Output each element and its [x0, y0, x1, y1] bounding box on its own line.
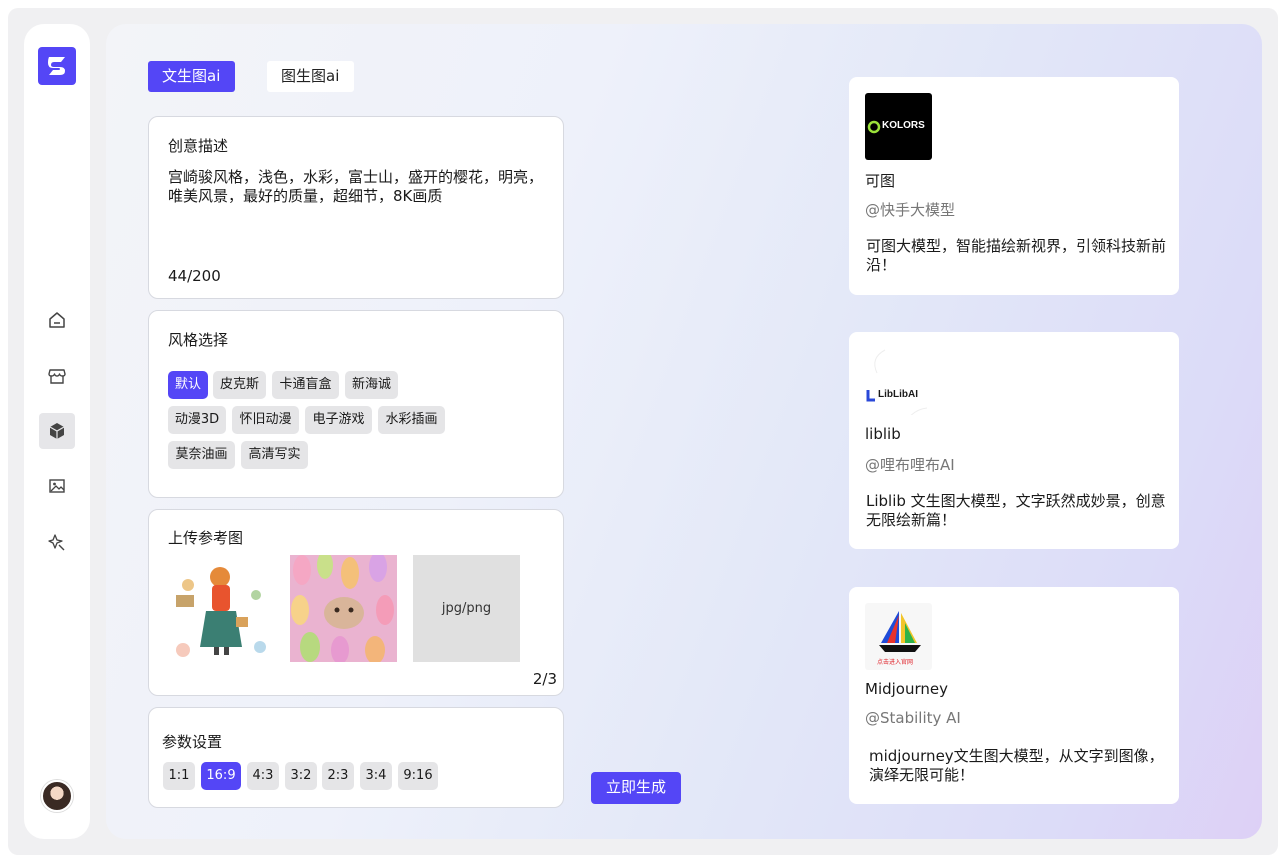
nav-cube[interactable] [39, 413, 75, 449]
sparkle-icon [48, 534, 65, 551]
upload-card: 上传参考图 jpg/png 2/3 [148, 509, 564, 696]
cube-icon [49, 423, 65, 439]
model-name: Midjourney [865, 680, 948, 698]
store-icon [48, 369, 66, 384]
tab-text-to-image[interactable]: 文生图ai [148, 61, 235, 92]
model-org: @Stability AI [865, 709, 961, 727]
tab-image-to-image[interactable]: 图生图ai [267, 61, 354, 92]
liblib-logo-icon [866, 349, 928, 415]
generate-button[interactable]: 立即生成 [591, 772, 681, 804]
style-title: 风格选择 [168, 331, 229, 349]
home-icon [49, 312, 65, 328]
reference-image-2-art [290, 555, 397, 662]
style-card: 风格选择 默认 皮克斯 卡通盲盒 新海诚 动漫3D 怀旧动漫 电子游戏 水彩插画… [148, 310, 564, 498]
ratio-chip-2-3[interactable]: 2:3 [322, 762, 354, 790]
model-desc: Liblib 文生图大模型，文字跃然成妙景，创意无限绘新篇！ [866, 492, 1166, 529]
midjourney-logo: 点击进入官网 [865, 603, 932, 670]
style-chip-shinkai[interactable]: 新海诚 [345, 371, 398, 399]
ratio-chip-3-2[interactable]: 3:2 [285, 762, 317, 790]
model-name: liblib [865, 425, 901, 443]
user-avatar[interactable] [41, 780, 73, 812]
reference-image-2[interactable] [290, 555, 397, 662]
upload-title: 上传参考图 [168, 529, 244, 547]
ratio-chip-16-9[interactable]: 16:9 [201, 762, 241, 790]
style-chip-realistic[interactable]: 高清写实 [241, 441, 308, 469]
ratio-chip-1-1[interactable]: 1:1 [163, 762, 195, 790]
style-chip-watercolor[interactable]: 水彩插画 [378, 406, 445, 434]
style-chip-default[interactable]: 默认 [168, 371, 208, 399]
ratio-chip-3-4[interactable]: 3:4 [360, 762, 392, 790]
kolors-logo: KOLORS [865, 93, 932, 160]
nav-store[interactable] [39, 358, 75, 394]
style-chip-anime3d[interactable]: 动漫3D [168, 406, 226, 434]
model-org: @哩布哩布AI [865, 456, 955, 474]
params-card: 参数设置 1:1 16:9 4:3 3:2 2:3 3:4 9:16 [148, 707, 564, 808]
nav-home[interactable] [39, 302, 75, 338]
nav-gallery[interactable] [39, 468, 75, 504]
image-icon [49, 479, 65, 493]
ratio-chip-4-3[interactable]: 4:3 [247, 762, 279, 790]
reference-image-1-art [176, 567, 266, 657]
ratio-chip-9-16[interactable]: 9:16 [398, 762, 438, 790]
char-counter: 44/200 [168, 267, 221, 285]
upload-slot[interactable]: jpg/png [413, 555, 520, 662]
model-name: 可图 [865, 172, 896, 190]
kolors-logo-text: KOLORS [882, 120, 925, 131]
style-chip-monet[interactable]: 莫奈油画 [168, 441, 235, 469]
model-desc: 可图大模型，智能描绘新视界，引领科技新前沿！ [866, 237, 1167, 274]
style-chip-pixar[interactable]: 皮克斯 [213, 371, 266, 399]
style-chip-video-game[interactable]: 电子游戏 [305, 406, 372, 434]
model-card-midjourney[interactable]: 点击进入官网 Midjourney @Stability AI midjourn… [849, 587, 1179, 804]
upload-count: 2/3 [532, 670, 557, 688]
style-chip-blindbox[interactable]: 卡通盲盒 [272, 371, 339, 399]
model-card-liblib[interactable]: LibLibAI liblib @哩布哩布AI Liblib 文生图大模型，文字… [849, 332, 1179, 549]
nav-magic[interactable] [39, 524, 75, 560]
liblib-logo: LibLibAI [865, 348, 932, 415]
app-logo[interactable] [38, 47, 76, 85]
liblib-logo-text: LibLibAI [878, 389, 918, 400]
description-card: 创意描述 宫崎骏风格，浅色，水彩，富士山，盛开的樱花，明亮，唯美风景，最好的质量… [148, 116, 564, 299]
params-title: 参数设置 [162, 733, 223, 751]
model-desc: midjourney文生图大模型，从文字到图像，演绎无限可能！ [869, 747, 1164, 784]
logo-glyph-icon [48, 57, 65, 75]
model-org: @快手大模型 [865, 201, 956, 219]
description-title: 创意描述 [168, 137, 229, 155]
description-input[interactable]: 宫崎骏风格，浅色，水彩，富士山，盛开的樱花，明亮，唯美风景，最好的质量，超细节，… [168, 168, 548, 206]
sidebar [24, 24, 90, 839]
style-chip-retro-anime[interactable]: 怀旧动漫 [232, 406, 299, 434]
model-card-kolors[interactable]: KOLORS 可图 @快手大模型 可图大模型，智能描绘新视界，引领科技新前沿！ [849, 77, 1179, 295]
midjourney-logo-text: 点击进入官网 [877, 659, 914, 666]
reference-image-1[interactable] [168, 555, 275, 662]
